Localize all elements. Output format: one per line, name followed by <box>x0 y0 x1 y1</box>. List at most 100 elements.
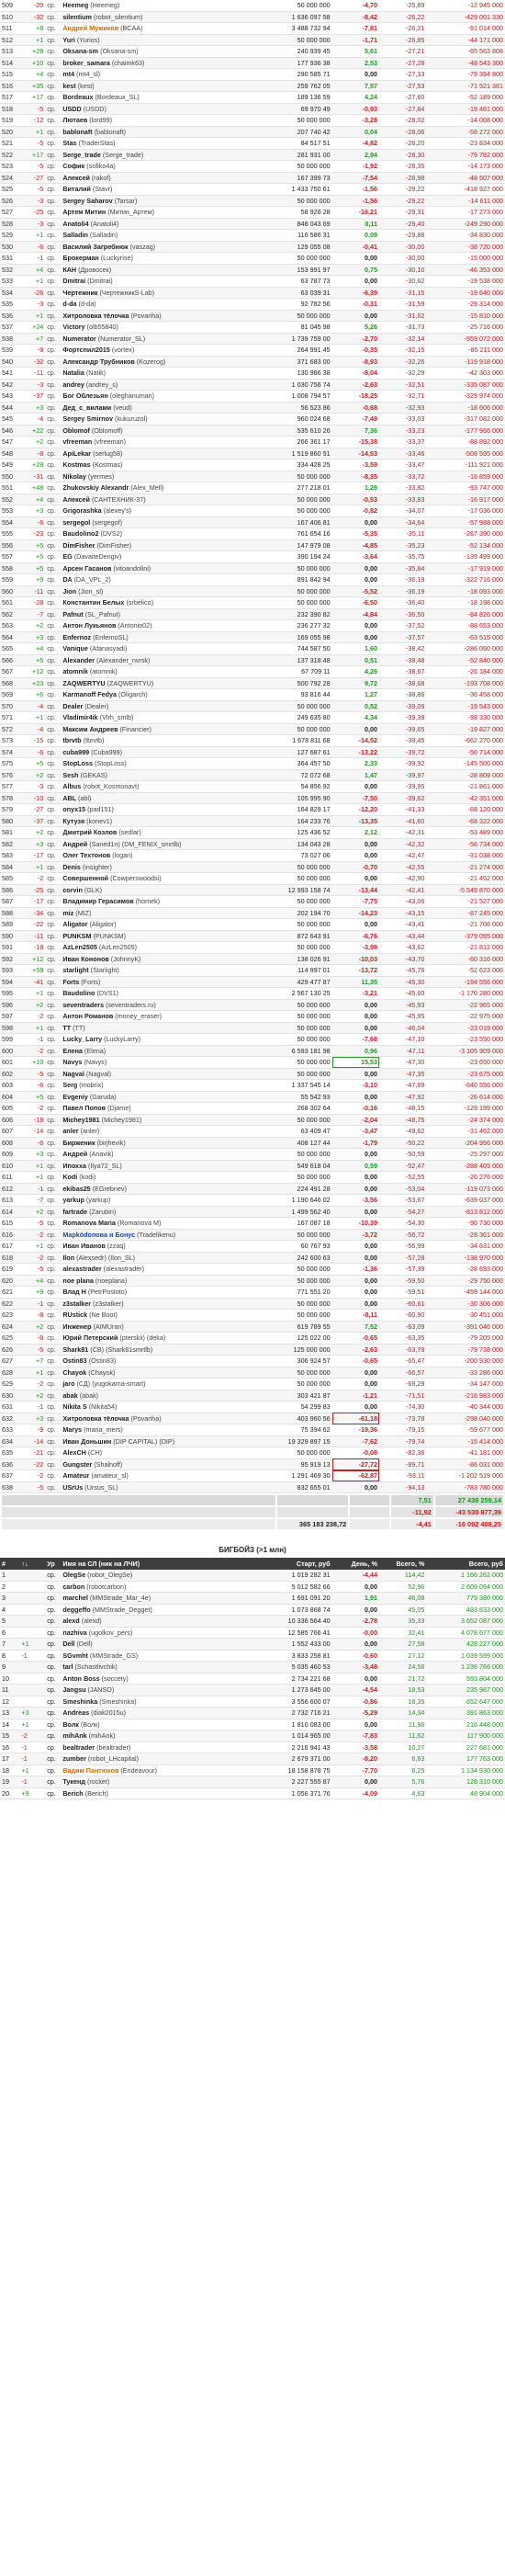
table-row[interactable]: 531 -1 ср. Брокерман (Luckyrise) 50 000 000 0… <box>0 252 505 265</box>
bb-header-day[interactable]: День, % <box>331 1558 379 1570</box>
bb-participant[interactable]: Andreas (diak2015u) <box>61 1707 250 1719</box>
row-participant[interactable]: PUNKSM (PUNKSM) <box>61 930 250 942</box>
row-participant[interactable]: Влад Н (PetrPostoto) <box>61 1286 250 1299</box>
table-row[interactable]: 590 -11 ср. PUNKSM (PUNKSM) 872 643 91 -6,76-… <box>0 930 505 942</box>
table-row[interactable]: 611 +1 ср. Kodi (kodi) 50 000 000 0,00 -52,55-… <box>0 1171 505 1184</box>
table-row[interactable]: 537 +24 ср. Victory (olb55840) 81 045 98 5,26… <box>0 321 505 334</box>
row-participant[interactable]: Хитроловка тёлочка (Povariha) <box>61 1413 250 1424</box>
table-row[interactable]: 625 -8 ср. Юрий Петерский (pterskii) (deka)… <box>0 1332 505 1345</box>
table-row[interactable]: 527 -25 ср. Артем Митин (Митин_Артем) 58 926… <box>0 206 505 219</box>
table-row[interactable]: 638 -5 ср. USrUs (Ursus_SL) 832 655 01 0,00 -9… <box>0 1481 505 1493</box>
participant-name[interactable]: ekibas25 <box>62 1185 90 1193</box>
table-row[interactable]: 518 -5 ср. USDD (USDD) 69 970 49 -0,93 -27,84-… <box>0 103 505 115</box>
row-participant[interactable]: Чертежник (ЧертежникS-Lab) <box>61 287 250 299</box>
table-row[interactable]: 607 -14 ср. anler (anler) 63 409 47 -3,47 -49,… <box>0 1125 505 1138</box>
table-row[interactable]: 516 +35 ср. kest (kest) 259 762 05 7,57 -27,53… <box>0 80 505 92</box>
bigboys-row[interactable]: 19 -1 ср. Тукенд (rocket) 2 227 555 87 0,00 5,… <box>0 1776 505 1788</box>
participant-name[interactable]: DA <box>62 575 72 584</box>
table-row[interactable]: 562 -7 ср. Pafnut (SL_Pafnut) 232 390 82 -4,8… <box>0 608 505 620</box>
bigboys-row[interactable]: 2 ср. carbon (robotcarbon) 5 012 582 66 0,00… <box>0 1581 505 1593</box>
table-row[interactable]: 618 -2 ср. Ilon (Alexsedr) (Ilon_SL) 242 600… <box>0 1252 505 1264</box>
table-row[interactable]: 602 -5 ср. Nagval (Nagval) 50 000 000 0,00 -47… <box>0 1068 505 1080</box>
participant-name[interactable]: Софик <box>62 162 84 170</box>
row-participant[interactable]: Numerator (Numerator_SL) <box>61 333 250 345</box>
participant-name[interactable]: Алексей <box>62 174 90 182</box>
participant-name[interactable]: Антон Лукьянов <box>62 621 116 630</box>
bb-participant-name[interactable]: Вадим Пантюхов <box>62 1766 118 1775</box>
row-participant[interactable]: Иван Доньшин (DIP CAPITAL) (DIP) <box>61 1436 250 1447</box>
participant-name[interactable]: Sesh <box>62 771 78 779</box>
participant-name[interactable]: miz <box>62 909 73 917</box>
table-row[interactable]: 599 -1 ср. Lucky_Larry (LuckyLarry) 50 000 0… <box>0 1033 505 1046</box>
row-participant[interactable]: Yuri (Yurios) <box>61 34 250 46</box>
participant-name[interactable]: alexastrader <box>62 1265 101 1273</box>
row-participant[interactable]: Dealer (Dealer) <box>61 700 250 712</box>
participant-name[interactable]: Natalia <box>62 369 84 377</box>
table-row[interactable]: 535 -3 ср. d-da (d-da) 92 782 56 -0,31 -31,59-… <box>0 298 505 311</box>
participant-name[interactable]: Heemeg <box>62 1 88 9</box>
participant-name[interactable]: Amateur <box>62 1471 89 1480</box>
participant-name[interactable]: z3stalker <box>62 1299 91 1308</box>
row-participant[interactable]: z3stalker (z3stalker) <box>61 1298 250 1310</box>
row-participant[interactable]: Vanique (Afanasyadi) <box>61 642 250 655</box>
table-row[interactable]: 555 -23 ср. Baudolino2 (DVS2) 761 654 16 -5,3… <box>0 528 505 540</box>
row-participant[interactable]: mt4 (mt4_sl) <box>61 68 250 81</box>
table-row[interactable]: 576 +2 ср. Sesh (GEKAS) 72 072 68 1,47 -39,97-… <box>0 769 505 781</box>
table-row[interactable]: 546 +22 ср. Oblomof (Oblomoff) 535 610 26 7,3… <box>0 425 505 437</box>
bb-participant[interactable]: Вадим Пантюхов (Endeavour) <box>61 1765 250 1776</box>
row-participant[interactable]: ZAQWERTYU (ZAQWERTYU) <box>61 677 250 689</box>
table-row[interactable]: 510 -32 ср. silentium (robot_silentium) 1 63… <box>0 11 505 23</box>
participant-name[interactable]: StopLoss <box>62 759 93 767</box>
participant-name[interactable]: USrUs <box>62 1483 83 1492</box>
row-participant[interactable]: Dmitrai (Dmitrai) <box>61 275 250 288</box>
table-row[interactable]: 603 -6 ср. Serg (mobrix) 1 337 545 14 -3,10 -4… <box>0 1079 505 1092</box>
table-row[interactable]: 542 -3 ср. andrey (andrey_s) 1 030 756 74 -2,… <box>0 379 505 391</box>
participant-name[interactable]: Бог Облезьян <box>62 392 107 400</box>
participant-name[interactable]: Oblomof <box>62 426 90 435</box>
table-row[interactable]: 628 +1 ср. Chayok (Chayok) 50 000 000 0,00 -66… <box>0 1367 505 1379</box>
table-row[interactable]: 584 +1 ср. Denis (insighter) 50 000 000 -0,70… <box>0 861 505 873</box>
participant-name[interactable]: Инженер <box>62 1322 91 1331</box>
participant-name[interactable]: Максим Андреев <box>62 725 118 733</box>
table-row[interactable]: 595 +1 ср. Baudolino (DVS1) 2 567 130 25 -3,2… <box>0 987 505 1000</box>
bb-participant[interactable]: OlegSe (robot_OlegSe) <box>61 1570 250 1582</box>
participant-name[interactable]: Елена <box>62 1047 83 1055</box>
row-participant[interactable]: andrey (andrey_s) <box>61 379 250 391</box>
bb-header-level[interactable]: Ур <box>45 1558 62 1570</box>
bb-participant[interactable]: Smeshinka (Smeshinka) <box>61 1696 250 1708</box>
bigboys-row[interactable]: 7 +1 ср. Dell (Dell) 1 552 433 00 0,00 27,58 42… <box>0 1638 505 1651</box>
participant-name[interactable]: yarkup <box>62 1196 84 1204</box>
bigboys-row[interactable]: 3 ср. marchel (MMStrade_Mar_4e) 1 691 091 2… <box>0 1592 505 1605</box>
participant-name[interactable]: broker_samara <box>62 59 110 67</box>
bigboys-row[interactable]: 15 -2 ср. mihAnk (mihAnk) 1 014 965 00 -7,83 1… <box>0 1730 505 1742</box>
row-participant[interactable]: TT (TT) <box>61 1022 250 1034</box>
participant-name[interactable]: cuba999 <box>62 748 89 756</box>
table-row[interactable]: 600 -2 ср. Елена (Elena) 6 593 181 98 0,96 -47… <box>0 1045 505 1057</box>
participant-name[interactable]: Иван Доньшин <box>62 1437 111 1446</box>
participant-name[interactable]: Лютаев <box>62 116 87 124</box>
table-row[interactable]: 515 +4 ср. mt4 (mt4_sl) 290 585 71 0,00 -27,33… <box>0 68 505 81</box>
row-participant[interactable]: Арсен Гасанов (vitoandolini) <box>61 562 250 574</box>
bb-participant[interactable]: SGvmht (MMStrade_GS) <box>61 1650 250 1662</box>
row-participant[interactable]: Albus (robot_Kosmonavt) <box>61 780 250 793</box>
table-row[interactable]: 538 +7 ср. Numerator (Numerator_SL) 1 739 75… <box>0 333 505 345</box>
row-participant[interactable]: Ипохха (Ilya72_SL) <box>61 1160 250 1172</box>
row-participant[interactable]: Kostmas (Kostmas) <box>61 459 250 471</box>
table-row[interactable]: 615 -5 ср. Romanova Maria (Romanova М) 167 0… <box>0 1217 505 1230</box>
row-participant[interactable]: Serge_trade (Serge_trade) <box>61 149 250 161</box>
table-row[interactable]: 565 +4 ср. Vanique (Afanasyadi) 744 587 50 1,… <box>0 642 505 655</box>
bb-header-start[interactable]: Старт, руб <box>249 1558 332 1570</box>
participant-name[interactable]: onyx15 <box>62 805 85 813</box>
participant-name[interactable]: AzLen2505 <box>62 943 97 951</box>
participant-name[interactable]: silentium <box>62 13 92 21</box>
participant-name[interactable]: Кутузя <box>62 817 84 825</box>
table-row[interactable]: 556 +5 ср. DimFisher (DimFisher) 147 979 08-… <box>0 539 505 551</box>
bb-participant-name[interactable]: tarl <box>62 1662 73 1671</box>
participant-name[interactable]: Chayok <box>62 1368 86 1377</box>
table-row[interactable]: 586 -25 ср. corvin (GLK) 12 993 158 74 -13,44… <box>0 884 505 896</box>
row-participant[interactable]: Michey1981 (Michey1981) <box>61 1114 250 1126</box>
table-row[interactable]: 557 +5 ср. EG (DavaiteDengiv) 390 194 24 -3,6… <box>0 550 505 563</box>
row-participant[interactable]: Baudolino (DVS1) <box>61 987 250 1000</box>
row-participant[interactable]: kest (kest) <box>61 80 250 92</box>
participant-name[interactable]: vfreeman <box>62 437 92 446</box>
